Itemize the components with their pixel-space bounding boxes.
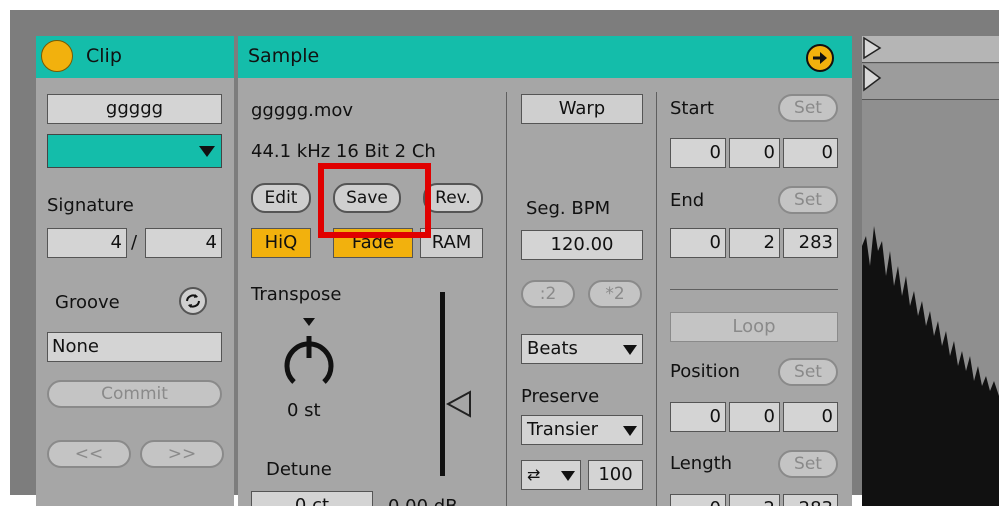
clip-color-dropdown[interactable]: [47, 134, 222, 168]
sample-divider-2: [656, 92, 657, 506]
hiq-toggle[interactable]: HiQ: [251, 228, 311, 258]
length-beats-field[interactable]: 2: [729, 494, 780, 506]
loop-start-marker-icon: [863, 64, 882, 92]
position-label: Position: [670, 361, 741, 382]
position-bars-field[interactable]: 0: [670, 402, 726, 432]
clip-title: Clip: [86, 45, 122, 67]
sample-divider-1: [506, 92, 507, 506]
start-bars-field[interactable]: 0: [670, 138, 726, 168]
transpose-value: 0 st: [287, 400, 321, 421]
end-bars-field[interactable]: 0: [670, 228, 726, 258]
markers-divider: [670, 289, 838, 290]
start-label: Start: [670, 98, 714, 119]
sample-panel: Sample ggggg.mov 44.1 kHz 16 Bit 2 Ch Ed…: [238, 36, 852, 506]
chevron-down-icon: [623, 345, 637, 355]
end-set-button[interactable]: Set: [778, 186, 838, 214]
chevron-down-icon: [199, 146, 215, 157]
signature-numerator-field[interactable]: 4: [47, 228, 127, 258]
loop-toggle[interactable]: Loop: [670, 312, 838, 342]
clip-view: Clip ggggg Signature 4 / 4 Groove None C…: [0, 0, 999, 506]
prev-clip-button[interactable]: <<: [47, 440, 131, 468]
transpose-knob[interactable]: [272, 312, 344, 400]
position-set-button[interactable]: Set: [778, 358, 838, 386]
chevron-down-icon: [561, 471, 575, 481]
half-tempo-button[interactable]: :2: [521, 280, 575, 308]
length-sixteenths-field[interactable]: 283: [783, 494, 838, 506]
chevron-down-icon: [623, 426, 637, 436]
sample-title: Sample: [248, 45, 320, 67]
signature-slash: /: [131, 232, 138, 253]
loop-mode-amount-field[interactable]: 100: [588, 460, 643, 490]
length-bars-field[interactable]: 0: [670, 494, 726, 506]
position-beats-field[interactable]: 0: [729, 402, 780, 432]
clip-activator-button[interactable]: [41, 40, 73, 72]
end-beats-field[interactable]: 2: [729, 228, 780, 258]
seg-bpm-field[interactable]: 120.00: [521, 230, 643, 260]
detune-label: Detune: [266, 459, 332, 480]
loop-mode-icon: ⇄: [527, 465, 541, 484]
groove-label: Groove: [55, 292, 120, 313]
preserve-label: Preserve: [521, 386, 600, 407]
clip-name-field[interactable]: ggggg: [47, 94, 222, 124]
preserve-value: Transier: [527, 419, 599, 440]
sample-header: Sample: [238, 36, 852, 78]
show-envelopes-arrow-icon[interactable]: [806, 44, 834, 72]
gain-fader-track[interactable]: [440, 292, 445, 476]
edit-button[interactable]: Edit: [251, 183, 311, 213]
signature-label: Signature: [47, 195, 134, 216]
warp-mode-dropdown[interactable]: Beats: [521, 334, 643, 364]
detune-field[interactable]: 0 ct: [251, 491, 373, 506]
groove-selector[interactable]: None: [47, 332, 222, 362]
end-sixteenths-field[interactable]: 283: [783, 228, 838, 258]
groove-hot-swap-icon[interactable]: [179, 287, 207, 315]
preserve-dropdown[interactable]: Transier: [521, 415, 643, 445]
waveform: [862, 226, 999, 506]
signature-denominator-field[interactable]: 4: [145, 228, 222, 258]
warp-mode-value: Beats: [527, 338, 578, 359]
sample-editor[interactable]: [862, 36, 999, 506]
start-marker-icon: [863, 36, 882, 60]
gain-fader-handle-icon[interactable]: [446, 390, 472, 418]
start-set-button[interactable]: Set: [778, 94, 838, 122]
start-sixteenths-field[interactable]: 0: [783, 138, 838, 168]
position-sixteenths-field[interactable]: 0: [783, 402, 838, 432]
double-tempo-button[interactable]: *2: [588, 280, 642, 308]
transpose-label: Transpose: [251, 284, 342, 305]
clip-header: Clip: [36, 36, 234, 78]
warp-button[interactable]: Warp: [521, 94, 643, 124]
seg-bpm-label: Seg. BPM: [526, 198, 611, 219]
end-label: End: [670, 190, 705, 211]
length-label: Length: [670, 453, 733, 474]
next-clip-button[interactable]: >>: [140, 440, 224, 468]
reverse-button[interactable]: Rev.: [423, 183, 483, 213]
sample-file-name: ggggg.mov: [251, 100, 354, 121]
save-button-highlight: [318, 163, 431, 238]
length-set-button[interactable]: Set: [778, 450, 838, 478]
sample-file-info: 44.1 kHz 16 Bit 2 Ch: [251, 141, 436, 162]
start-beats-field[interactable]: 0: [729, 138, 780, 168]
loop-mode-dropdown[interactable]: ⇄: [521, 460, 581, 490]
commit-button[interactable]: Commit: [47, 380, 222, 408]
gain-value: 0.00 dB: [388, 498, 458, 506]
clip-panel: Clip ggggg Signature 4 / 4 Groove None C…: [36, 36, 234, 506]
